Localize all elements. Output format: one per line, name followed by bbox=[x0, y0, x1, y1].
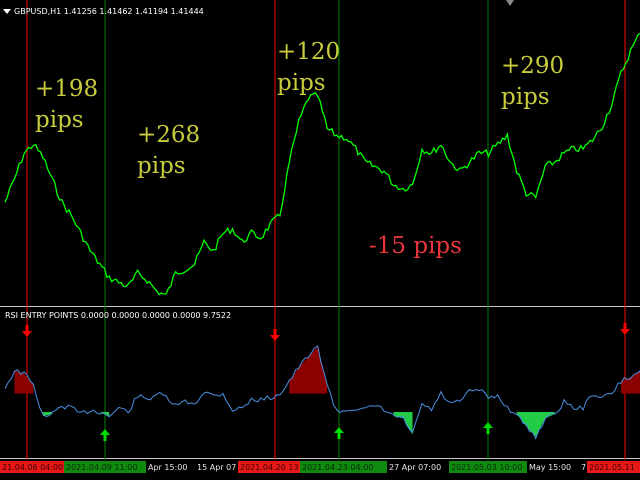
annotation-line: pips bbox=[501, 84, 550, 110]
time-axis-label: May 15:00 bbox=[529, 463, 571, 472]
annotation-line: +198 bbox=[35, 76, 99, 102]
annotation-trade1: +198 pips bbox=[35, 74, 98, 136]
time-axis-label: 27 Apr 07:00 bbox=[389, 463, 441, 472]
time-axis-label: 2021.04.09 11:00 bbox=[66, 463, 137, 472]
time-axis-label: Apr 15:00 bbox=[148, 463, 187, 472]
annotation-line: pips bbox=[137, 153, 186, 179]
time-axis: 21.04.06 04:00 2021.04.09 11:00 Apr 15:00 1… bbox=[0, 461, 640, 473]
annotation-trade2: +268 pips bbox=[137, 120, 200, 182]
chart-shift-marker[interactable] bbox=[506, 0, 514, 6]
annotation-line: -15 pips bbox=[369, 233, 462, 259]
time-axis-label: 2021.04.23 04:00 bbox=[302, 463, 373, 472]
time-axis-label: 15 Apr 07 bbox=[197, 463, 236, 472]
time-axis-label: 2021.05.11 bbox=[589, 463, 635, 472]
annotation-trade4: -15 pips bbox=[369, 231, 462, 262]
symbol-info: GBPUSD,H1 1.41256 1.41462 1.41194 1.4144… bbox=[14, 6, 204, 16]
annotation-line: +290 bbox=[501, 53, 565, 79]
time-axis-label: 21.04.06 04:00 bbox=[2, 463, 63, 472]
annotation-line: pips bbox=[277, 70, 326, 96]
chart-header: GBPUSD,H1 1.41256 1.41462 1.41194 1.4144… bbox=[3, 4, 204, 18]
indicator-info: RSI ENTRY POINTS 0.0000 0.0000 0.0000 0.… bbox=[5, 311, 232, 320]
annotation-line: +268 bbox=[137, 122, 201, 148]
annotation-trade5: +290 pips bbox=[501, 51, 564, 113]
time-axis-label: 7 bbox=[581, 463, 586, 472]
annotation-line: +120 bbox=[277, 39, 341, 65]
annotation-trade3: +120 pips bbox=[277, 37, 340, 99]
dropdown-arrow-icon[interactable] bbox=[3, 8, 11, 14]
time-axis-label: 2021.05.03 10:00 bbox=[451, 463, 522, 472]
time-axis-label: 2021.04.20 13 bbox=[240, 463, 299, 472]
annotation-line: pips bbox=[35, 107, 84, 133]
